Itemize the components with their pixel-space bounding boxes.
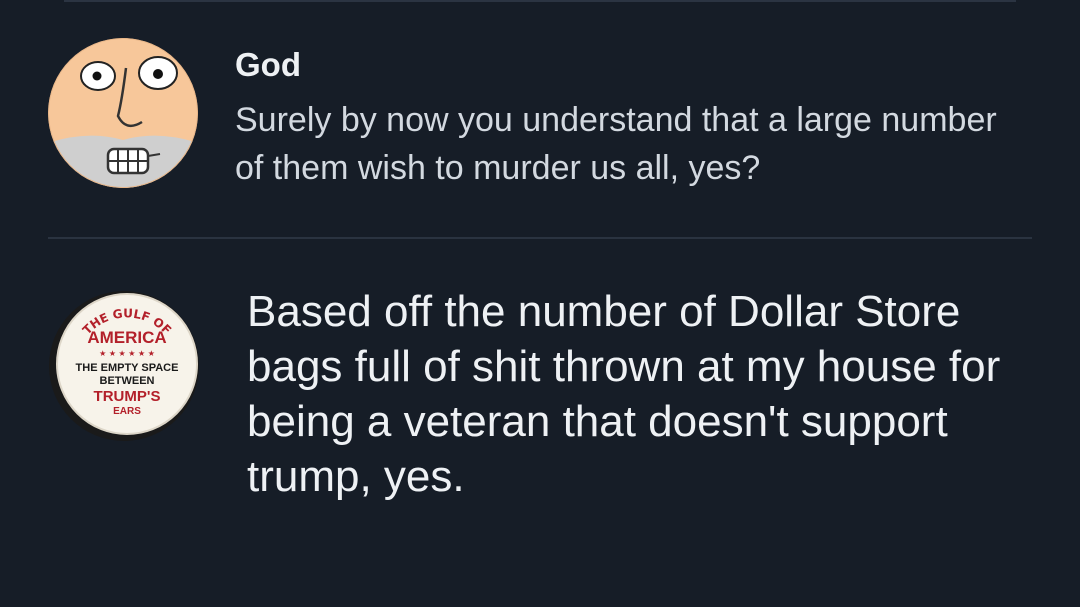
badge-main-text: AMERICA (87, 328, 166, 347)
reply-author-name[interactable]: God (235, 46, 301, 84)
reply-divider (48, 237, 1032, 239)
badge-line-3: TRUMP'S (94, 388, 161, 405)
cartoon-face-avatar-icon[interactable] (48, 38, 198, 188)
badge-stars: ★ ★ ★ ★ ★ ★ (99, 349, 155, 358)
badge-button-avatar-icon[interactable]: THE GULF OF AMERICA ★ ★ ★ ★ ★ ★ THE EMPT… (48, 290, 200, 442)
reply-text: Surely by now you understand that a larg… (235, 101, 997, 187)
thread-screen: God Surely by now you understand that a … (0, 0, 1080, 607)
reply-text: Based off the number of Dollar Store bag… (247, 287, 1001, 501)
top-divider (64, 0, 1016, 2)
badge-line-4: EARS (113, 406, 141, 417)
badge-line-2: BETWEEN (100, 375, 155, 387)
badge-line-1: THE EMPTY SPACE (76, 362, 179, 374)
